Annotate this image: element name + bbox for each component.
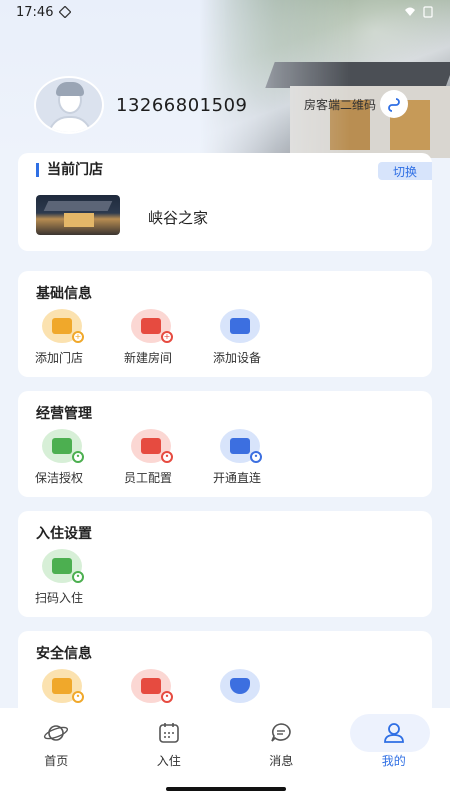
battery-icon bbox=[423, 6, 433, 18]
direct-connect-label: 开通直连 bbox=[213, 471, 262, 485]
shield-icon bbox=[220, 669, 260, 703]
store-name[interactable]: 峡谷之家 bbox=[148, 207, 208, 228]
new-room-button[interactable]: + 新建房间 bbox=[119, 309, 208, 366]
device-add-icon bbox=[220, 309, 260, 343]
bed-icon: • bbox=[131, 669, 173, 703]
operations-card: 经营管理 • 保洁授权 • 员工配置 • 开通直连 bbox=[18, 391, 432, 497]
switch-store-button[interactable]: 切换 bbox=[378, 162, 432, 180]
operations-title: 经营管理 bbox=[36, 406, 92, 422]
lock-icon: • bbox=[42, 669, 84, 703]
status-time: 17:46 bbox=[16, 4, 54, 20]
planet-icon bbox=[43, 720, 69, 746]
direct-connect-icon: • bbox=[220, 429, 262, 463]
message-icon bbox=[268, 720, 294, 746]
scan-checkin-button[interactable]: • 扫码入住 bbox=[30, 549, 119, 606]
new-room-label: 新建房间 bbox=[124, 351, 173, 365]
scan-checkin-label: 扫码入住 bbox=[35, 591, 84, 605]
tab-home[interactable]: 首页 bbox=[0, 708, 113, 800]
tab-messages-label: 消息 bbox=[269, 754, 294, 768]
guest-qr-button[interactable]: 房客端二维码 bbox=[304, 90, 409, 118]
status-right-icons bbox=[404, 6, 434, 18]
avatar[interactable] bbox=[34, 76, 104, 134]
add-device-label: 添加设备 bbox=[213, 351, 262, 365]
guest-qr-label: 房客端二维码 bbox=[304, 97, 377, 112]
basic-info-card: 基础信息 + 添加门店 + 新建房间 添加设备 bbox=[18, 271, 432, 377]
notification-icon bbox=[59, 6, 72, 18]
staff-config-button[interactable]: • 员工配置 bbox=[119, 429, 208, 486]
cleaning-auth-label: 保洁授权 bbox=[35, 471, 84, 485]
store-add-icon: + bbox=[42, 309, 84, 343]
add-store-button[interactable]: + 添加门店 bbox=[30, 309, 119, 366]
mini-program-icon[interactable] bbox=[380, 90, 409, 118]
scan-checkin-icon: • bbox=[42, 549, 84, 583]
room-add-icon: + bbox=[131, 309, 173, 343]
status-bar: 17:46 bbox=[0, 0, 450, 24]
user-phone: 13266801509 bbox=[116, 94, 248, 116]
add-device-button[interactable]: 添加设备 bbox=[208, 309, 297, 366]
checkin-settings-card: 入住设置 • 扫码入住 bbox=[18, 511, 432, 617]
wifi-icon bbox=[405, 7, 415, 16]
cleaning-icon: • bbox=[42, 429, 84, 463]
add-store-label: 添加门店 bbox=[35, 351, 84, 365]
home-indicator bbox=[166, 787, 286, 791]
tab-mine[interactable]: 我的 bbox=[338, 708, 450, 800]
security-info-title: 安全信息 bbox=[36, 646, 92, 662]
staff-config-label: 员工配置 bbox=[124, 471, 173, 485]
store-thumbnail[interactable] bbox=[36, 195, 120, 235]
staff-icon: • bbox=[131, 429, 173, 463]
user-icon bbox=[381, 720, 407, 746]
direct-connect-button[interactable]: • 开通直连 bbox=[208, 429, 297, 486]
security-item-lock[interactable]: • bbox=[30, 669, 119, 703]
tab-mine-label: 我的 bbox=[381, 754, 406, 768]
security-item-bed[interactable]: • bbox=[119, 669, 208, 703]
tab-checkin-label: 入住 bbox=[156, 754, 181, 768]
tab-home-label: 首页 bbox=[44, 754, 69, 768]
checkin-settings-title: 入住设置 bbox=[36, 526, 92, 542]
current-store-card: 当前门店 切换 峡谷之家 bbox=[18, 153, 432, 251]
calendar-icon bbox=[156, 720, 182, 746]
basic-info-title: 基础信息 bbox=[36, 286, 92, 302]
security-item-shield[interactable] bbox=[208, 669, 297, 703]
profile-header[interactable]: 13266801509 bbox=[34, 76, 247, 134]
current-store-title: 当前门店 bbox=[36, 163, 103, 177]
cleaning-auth-button[interactable]: • 保洁授权 bbox=[30, 429, 119, 486]
